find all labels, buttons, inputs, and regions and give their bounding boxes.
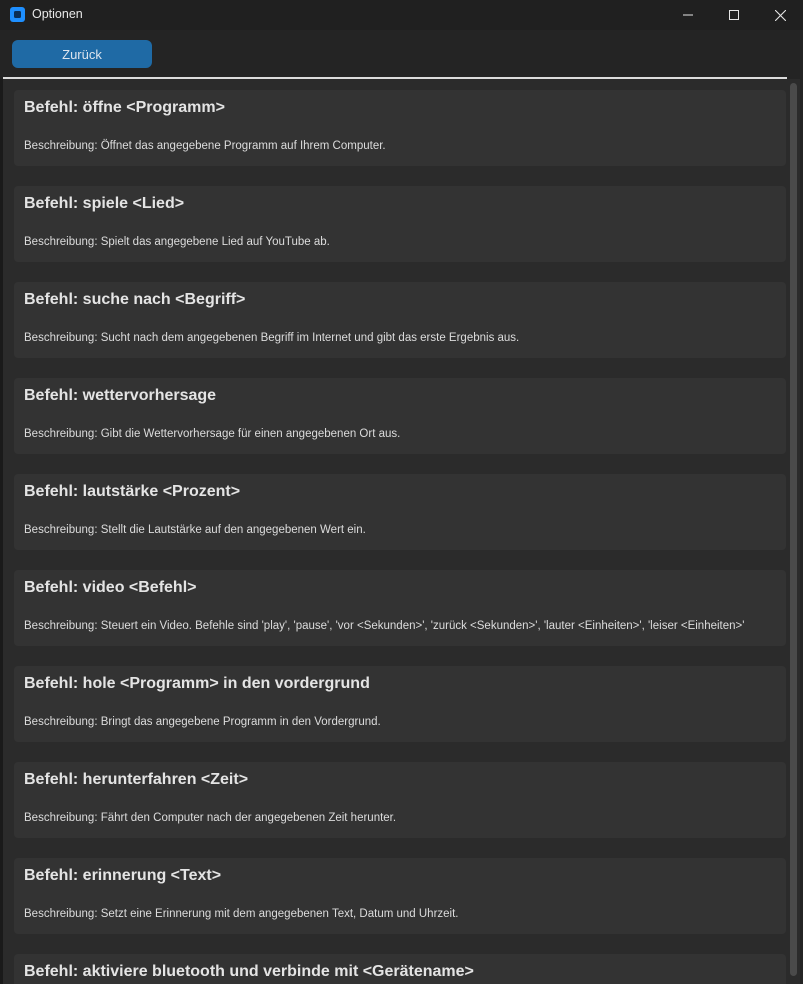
command-description: Beschreibung: Steuert ein Video. Befehle… [24, 620, 745, 632]
command-description: Beschreibung: Gibt die Wettervorhersage … [24, 428, 401, 440]
options-window: Optionen Zurück Befehl: öffne <Programm>… [0, 0, 803, 984]
command-card: Befehl: hole <Programm> in den vordergru… [14, 666, 786, 742]
command-title: Befehl: öffne <Programm> [24, 99, 225, 116]
command-description: Beschreibung: Bringt das angegebene Prog… [24, 716, 381, 728]
command-card: Befehl: aktiviere bluetooth und verbinde… [14, 954, 786, 984]
command-title: Befehl: herunterfahren <Zeit> [24, 771, 249, 788]
command-description: Beschreibung: Setzt eine Erinnerung mit … [24, 908, 459, 920]
title-bar[interactable]: Optionen [0, 0, 803, 30]
command-title: Befehl: suche nach <Begriff> [24, 291, 246, 308]
minimize-button[interactable] [665, 0, 711, 30]
command-card: Befehl: lautstärke <Prozent> Beschreibun… [14, 474, 786, 550]
scrollbar-thumb[interactable] [790, 83, 797, 976]
command-title: Befehl: aktiviere bluetooth und verbinde… [24, 963, 474, 980]
command-card: Befehl: suche nach <Begriff> Beschreibun… [14, 282, 786, 358]
command-description: Beschreibung: Fährt den Computer nach de… [24, 812, 397, 824]
back-button[interactable]: Zurück [12, 40, 152, 68]
command-card: Befehl: öffne <Programm> Beschreibung: Ö… [14, 90, 786, 166]
maximize-icon [729, 10, 739, 20]
maximize-button[interactable] [711, 0, 757, 30]
command-description: Beschreibung: Stellt die Lautstärke auf … [24, 524, 366, 536]
minimize-icon [683, 14, 693, 16]
command-title: Befehl: spiele <Lied> [24, 195, 185, 212]
command-description: Beschreibung: Sucht nach dem angegebenen… [24, 332, 520, 344]
app-logo-icon [10, 7, 25, 22]
command-card: Befehl: spiele <Lied> Beschreibung: Spie… [14, 186, 786, 262]
command-card: Befehl: erinnerung <Text> Beschreibung: … [14, 858, 786, 934]
command-title: Befehl: lautstärke <Prozent> [24, 483, 241, 500]
command-card: Befehl: wettervorhersage Beschreibung: G… [14, 378, 786, 454]
scrollbar[interactable] [788, 79, 800, 984]
command-description: Beschreibung: Spielt das angegebene Lied… [24, 236, 330, 248]
commands-scroll-area[interactable]: Befehl: öffne <Programm> Beschreibung: Ö… [3, 79, 800, 984]
window-title: Optionen [32, 7, 83, 21]
close-button[interactable] [757, 0, 803, 30]
close-icon [774, 9, 786, 21]
top-toolbar: Zurück [0, 30, 803, 77]
command-title: Befehl: wettervorhersage [24, 387, 217, 404]
command-title: Befehl: hole <Programm> in den vordergru… [24, 675, 370, 692]
command-card: Befehl: herunterfahren <Zeit> Beschreibu… [14, 762, 786, 838]
command-title: Befehl: video <Befehl> [24, 579, 197, 596]
command-title: Befehl: erinnerung <Text> [24, 867, 222, 884]
command-card: Befehl: video <Befehl> Beschreibung: Ste… [14, 570, 786, 646]
command-description: Beschreibung: Öffnet das angegebene Prog… [24, 140, 386, 152]
